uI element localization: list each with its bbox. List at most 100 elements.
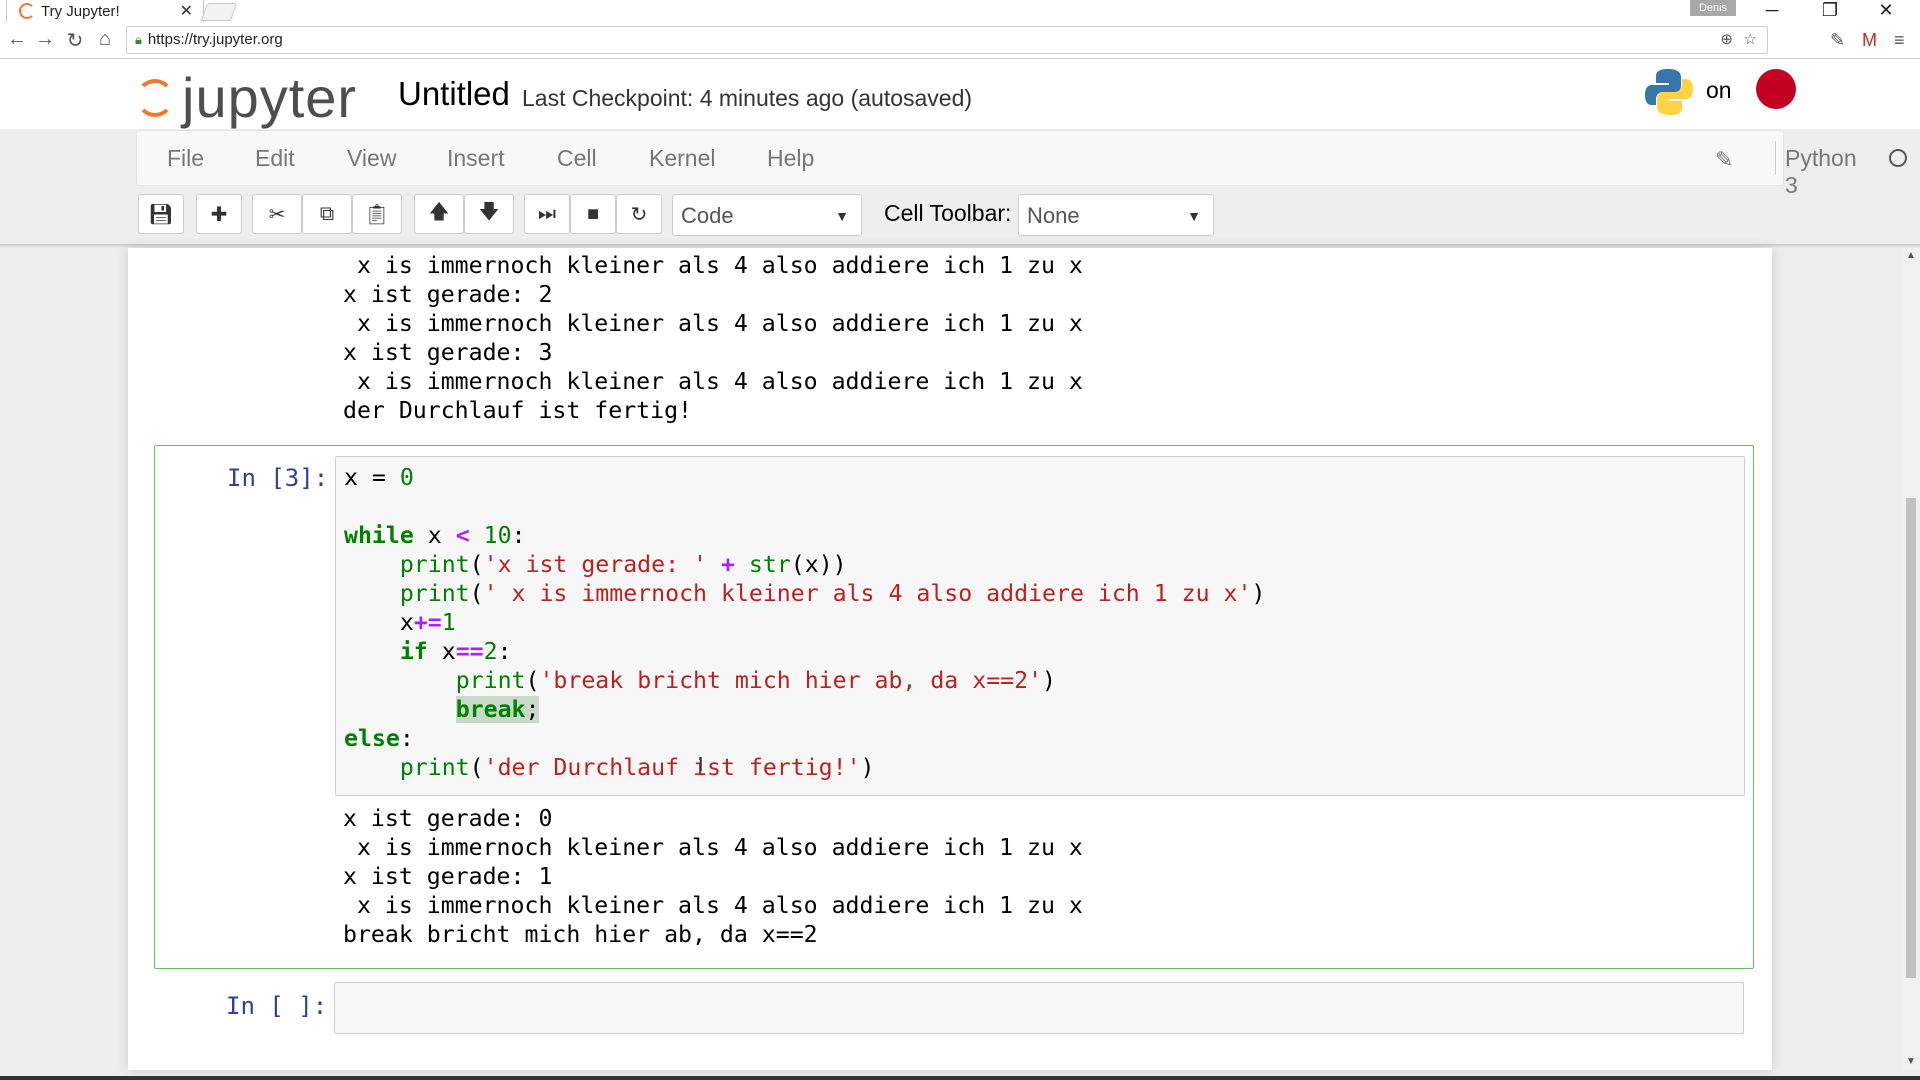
notebook-title[interactable]: Untitled [398, 75, 510, 113]
jupyter-logo[interactable]: jupyter [136, 65, 357, 130]
cell-output: x ist gerade: 0 x is immernoch kleiner a… [343, 804, 1083, 949]
page-scrollbar[interactable]: ▲ ▼ [1902, 248, 1920, 1070]
checkpoint-status: Last Checkpoint: 4 minutes ago (autosave… [522, 85, 973, 111]
browser-tabstrip: Try Jupyter! ✕ Denis ─ ❐ ✕ [0, 0, 1920, 22]
move-down-button[interactable]: 🡇 [464, 194, 514, 234]
menu-edit[interactable]: Edit [255, 145, 295, 172]
new-tab-button[interactable] [200, 3, 238, 21]
chevron-down-icon: ▼ [1187, 208, 1201, 224]
copy-icon: ⧉ [319, 202, 335, 225]
code-line: while x < 10: [344, 522, 526, 549]
arrow-down-icon: 🡇 [478, 201, 500, 223]
code-line: x+=1 [399, 609, 456, 636]
kernel-idle-indicator-icon [1889, 149, 1907, 167]
menu-insert[interactable]: Insert [447, 145, 505, 172]
restart-icon: ↻ [630, 203, 648, 226]
code-line: else: [344, 725, 414, 752]
menu-kernel[interactable]: Kernel [649, 145, 715, 172]
stop-icon: ■ [586, 202, 600, 225]
close-window-icon[interactable]: ✕ [1866, 0, 1906, 21]
copy-button[interactable]: ⧉ [302, 194, 352, 234]
taskbar-edge [0, 1076, 1920, 1080]
output-line: x is immernoch kleiner als 4 also addier… [343, 252, 1083, 279]
code-cell-empty[interactable]: In [ ]: [154, 982, 1752, 1038]
text-cursor-icon: I [698, 754, 704, 776]
cell-type-select[interactable]: Code ▼ [672, 194, 862, 236]
scroll-up-icon[interactable]: ▲ [1906, 250, 1916, 261]
input-prompt: In [ ]: [226, 992, 328, 1020]
run-cell-button[interactable]: ⏭ [524, 194, 570, 234]
scrollbar-thumb[interactable] [1906, 498, 1916, 978]
insert-cell-button[interactable]: ✚ [196, 194, 242, 234]
loading-icon [19, 3, 35, 19]
restore-icon[interactable]: ❐ [1810, 0, 1850, 21]
menu-cell[interactable]: Cell [557, 145, 597, 172]
cell-type-value: Code [681, 203, 734, 228]
output-line: x ist gerade: 1 [343, 863, 553, 890]
save-button[interactable]: 💾︎ [138, 194, 184, 234]
restart-button[interactable]: ↻ [616, 194, 662, 234]
code-editor-empty[interactable] [334, 982, 1744, 1034]
output-line: x is immernoch kleiner als 4 also addier… [343, 310, 1083, 337]
code-line: if x==2: [399, 638, 512, 665]
back-icon[interactable]: ← [4, 28, 30, 51]
code-cell-selected[interactable]: In [3]: x = 0 while x < 10: print('x ist… [154, 445, 1754, 969]
edit-mode-icon: ✎ [1715, 147, 1734, 172]
menu-bar: File Edit View Insert Cell Kernel Help ✎… [136, 130, 1907, 198]
reload-icon[interactable]: ↻ [62, 28, 88, 53]
kernel-name[interactable]: Python 3 [1785, 145, 1857, 199]
run-next-icon: ⏭ [538, 202, 556, 225]
output-line: break bricht mich hier ab, da x==2 [343, 921, 818, 948]
code-line: print('x ist gerade: ' + str(x)) [399, 551, 847, 578]
input-prompt: In [3]: [227, 464, 329, 492]
tab-title: Try Jupyter! [41, 2, 120, 20]
extension-icon[interactable]: ✎ [1830, 30, 1845, 51]
cell-toolbar-select[interactable]: None ▼ [1018, 194, 1214, 236]
code-line: print('break bricht mich hier ab, da x==… [455, 667, 1056, 694]
cell-toolbar-label: Cell Toolbar: [884, 200, 1012, 226]
rackspace-logo-icon [1756, 69, 1796, 109]
code-line: print(' x is immernoch kleiner als 4 als… [399, 580, 1266, 607]
code-editor[interactable]: x = 0 while x < 10: print('x ist gerade:… [335, 456, 1745, 796]
code-line: x = 0 [344, 464, 414, 491]
notebook-container[interactable]: x is immernoch kleiner als 4 also addier… [128, 248, 1772, 1070]
close-tab-icon[interactable]: ✕ [180, 1, 193, 21]
url-text: https://try.jupyter.org [147, 31, 283, 48]
user-badge[interactable]: Denis [1690, 0, 1736, 16]
code-text[interactable]: x = 0 while x < 10: print('x ist gerade:… [344, 463, 1265, 782]
save-icon: 💾︎ [148, 203, 174, 226]
move-up-button[interactable]: 🡅 [414, 194, 464, 234]
paste-button[interactable]: 📋︎ [352, 194, 402, 234]
browser-menu-icon[interactable]: ≡ [1894, 30, 1905, 51]
home-icon[interactable]: ⌂ [92, 28, 118, 51]
address-bar[interactable]: 🔒︎ https://try.jupyter.org ⊕ ☆ [126, 26, 1768, 54]
menu-help[interactable]: Help [767, 145, 814, 172]
arrow-up-icon: 🡅 [428, 201, 450, 223]
code-line: print('der Durchlauf ist fertig!') [399, 754, 875, 781]
chevron-down-icon: ▼ [835, 208, 849, 224]
forward-icon[interactable]: → [32, 28, 58, 51]
menu-view[interactable]: View [347, 145, 396, 172]
output-line: x is immernoch kleiner als 4 also addier… [343, 368, 1083, 395]
output-line: x ist gerade: 0 [343, 805, 553, 832]
bookmark-star-icon[interactable]: ☆ [1744, 27, 1757, 53]
browser-navbar: ← → ↻ ⌂ 🔒︎ https://try.jupyter.org ⊕ ☆ ✎ … [0, 22, 1920, 59]
menu-file[interactable]: File [167, 145, 204, 172]
jupyter-header: jupyter Untitled Last Checkpoint: 4 minu… [0, 59, 1920, 129]
minimize-icon[interactable]: ─ [1752, 0, 1792, 21]
python-logo-icon [1645, 69, 1693, 115]
highlighted-break-keyword: break [455, 696, 526, 723]
gmail-icon[interactable]: M [1862, 30, 1877, 51]
paste-icon: 📋︎ [364, 203, 390, 226]
zoom-icon[interactable]: ⊕ [1720, 27, 1733, 53]
logo-text: jupyter [182, 66, 358, 129]
cut-button[interactable]: ✂ [252, 194, 302, 234]
scroll-down-icon[interactable]: ▼ [1906, 1056, 1916, 1067]
output-line: der Durchlauf ist fertig! [343, 397, 693, 424]
browser-tab[interactable]: Try Jupyter! ✕ [6, 0, 204, 22]
code-line: break; [455, 696, 540, 723]
plus-icon: ✚ [210, 203, 228, 226]
interrupt-button[interactable]: ■ [570, 194, 616, 234]
previous-cell-output: x is immernoch kleiner als 4 also addier… [343, 251, 1083, 425]
